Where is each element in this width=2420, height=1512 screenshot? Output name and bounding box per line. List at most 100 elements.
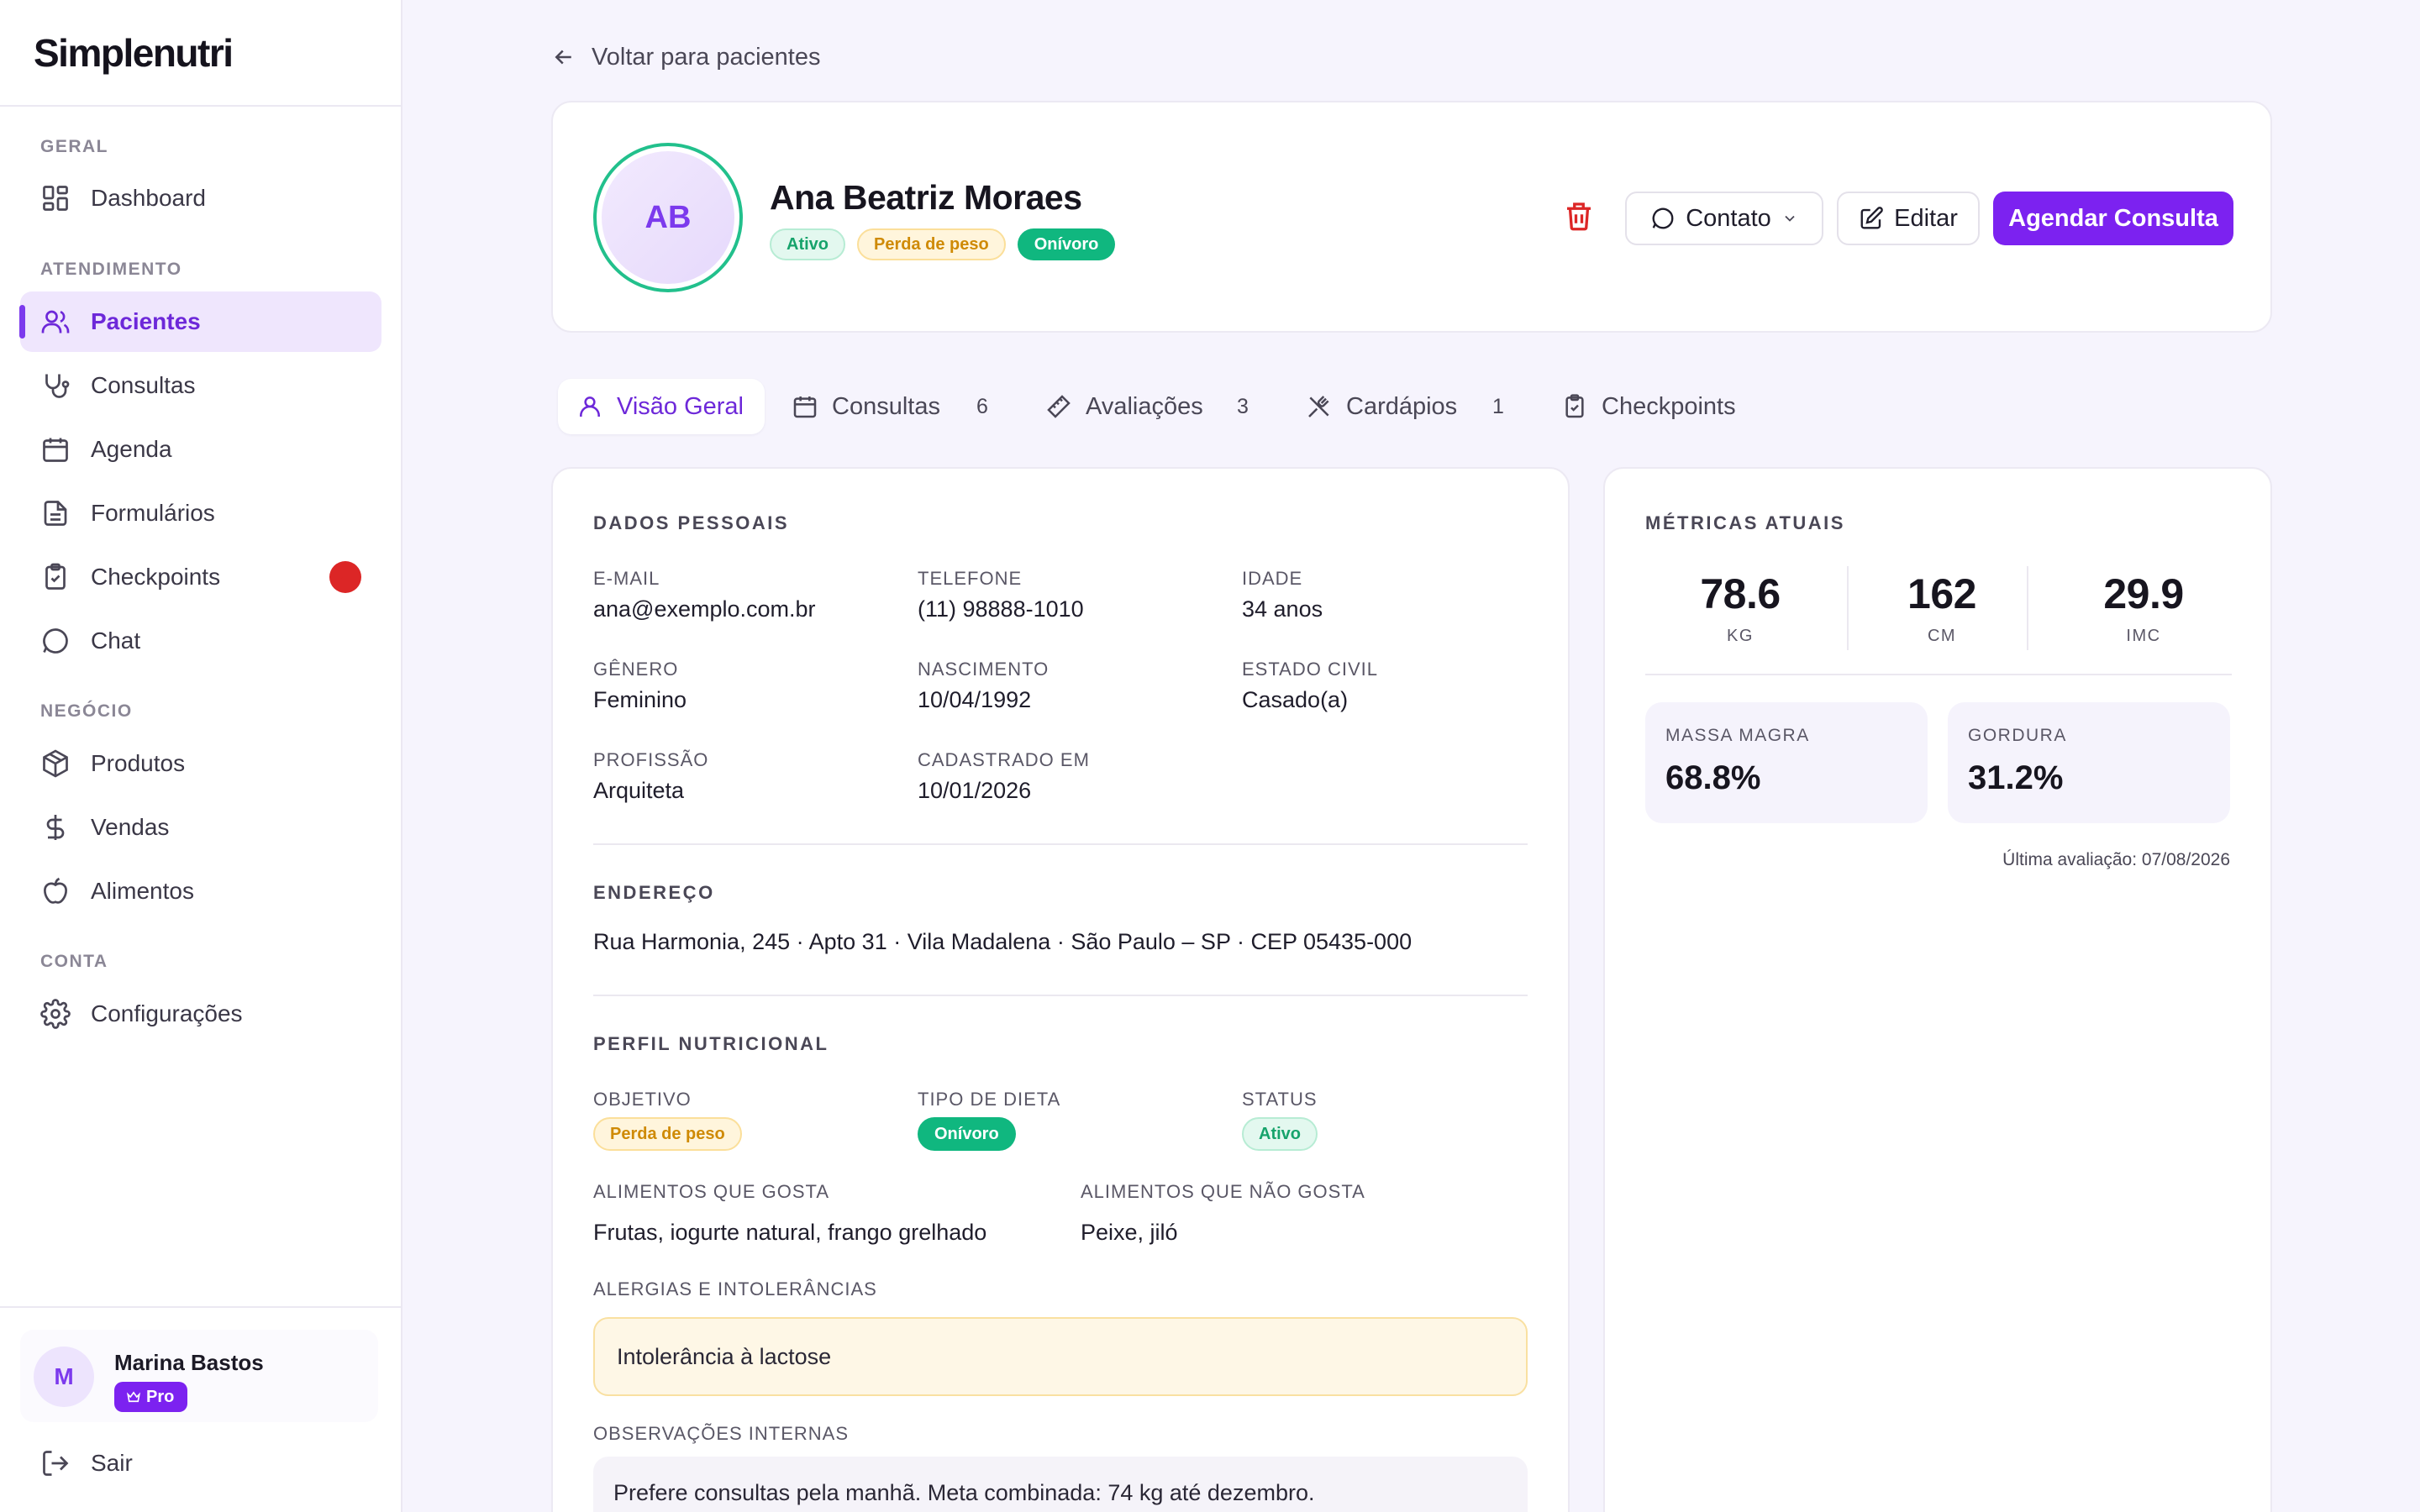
- personal-data-title: DADOS PESSOAIS: [593, 512, 790, 533]
- tab-consultas[interactable]: Consultas 6: [792, 379, 988, 434]
- marital-status-label: ESTADO CIVIL: [1242, 659, 1378, 680]
- diet-badge: Onívoro: [918, 1117, 1016, 1151]
- body-fat-label: GORDURA: [1968, 726, 2067, 745]
- brand-logo[interactable]: Simplenutri: [0, 0, 401, 107]
- internal-notes-box: Prefere consultas pela manhã. Meta combi…: [593, 1457, 1528, 1512]
- user-name: Marina Bastos: [114, 1350, 264, 1375]
- dislikes-label: ALIMENTOS QUE NÃO GOSTA: [1081, 1181, 1365, 1202]
- status-badge: Ativo: [1242, 1117, 1318, 1151]
- sidebar-item-alimentos[interactable]: Alimentos: [20, 861, 381, 921]
- sidebar-item-configuracoes[interactable]: Configurações: [20, 984, 381, 1044]
- allergies-box: Intolerância à lactose: [593, 1317, 1528, 1396]
- sidebar-item-checkpoints[interactable]: Checkpoints 4: [20, 547, 381, 607]
- profession-value: Arquiteta: [593, 778, 685, 803]
- gear-icon: [40, 999, 71, 1029]
- body-fat-card: GORDURA 31.2%: [1948, 702, 2230, 823]
- plan-label: Pro: [146, 1387, 175, 1406]
- bmi-value: 29.9: [2103, 570, 2184, 617]
- divider: [1645, 674, 2232, 675]
- logout-icon: [43, 1451, 69, 1476]
- tab-cardapios[interactable]: Cardápios 1: [1306, 379, 1504, 434]
- tab-checkpoints[interactable]: Checkpoints: [1561, 379, 1736, 434]
- notification-badge: 4: [329, 561, 361, 593]
- likes-label: ALIMENTOS QUE GOSTA: [593, 1181, 830, 1202]
- contact-dropdown-button[interactable]: Contato: [1625, 192, 1823, 245]
- lean-mass-label: MASSA MAGRA: [1665, 726, 1810, 745]
- sidebar-item-label: Alimentos: [91, 878, 194, 904]
- height-metric: 162 CM: [1854, 570, 2030, 646]
- divider: [593, 843, 1528, 845]
- clipboard-check-icon: [1565, 394, 1584, 418]
- back-link-label: Voltar para pacientes: [592, 43, 821, 71]
- email-value: ana@exemplo.com.br: [593, 596, 816, 622]
- height-unit: CM: [1927, 627, 1957, 645]
- age-label: IDADE: [1242, 568, 1303, 589]
- plan-badge: Pro: [114, 1382, 188, 1412]
- body-fat-value: 31.2%: [1968, 759, 2064, 796]
- tab-visao-geral[interactable]: Visão Geral: [558, 379, 765, 434]
- objective-badge: Perda de peso: [857, 228, 1006, 260]
- grid-icon: [43, 186, 68, 211]
- utensils-icon: [1308, 396, 1329, 417]
- crown-icon: [126, 1391, 141, 1403]
- weight-metric: 78.6 KG: [1652, 570, 1828, 646]
- sidebar-item-chat[interactable]: Chat: [20, 611, 381, 671]
- sidebar-item-agenda[interactable]: Agenda: [20, 419, 381, 480]
- phone-label: TELEFONE: [918, 568, 1023, 589]
- sidebar-item-label: Produtos: [91, 750, 186, 776]
- sidebar-item-label: Consultas: [91, 372, 196, 398]
- age-value: 34 anos: [1242, 596, 1323, 622]
- trash-icon[interactable]: [1561, 198, 1597, 234]
- sidebar-item-label: Dashboard: [91, 185, 206, 211]
- sidebar-item-label: Checkpoints: [91, 564, 221, 590]
- sidebar-item-label: Formulários: [91, 500, 215, 526]
- patient-initials: AB: [602, 151, 734, 284]
- marital-status-value: Casado(a): [1242, 687, 1349, 712]
- sidebar-item-dashboard[interactable]: Dashboard: [20, 168, 381, 228]
- sidebar-item-consultas[interactable]: Consultas: [20, 355, 381, 416]
- likes-value: Frutas, iogurte natural, frango grelhado: [593, 1220, 987, 1245]
- contact-label: Contato: [1686, 204, 1771, 232]
- last-evaluation-date: Última avaliação: 07/08/2026: [2002, 850, 2230, 869]
- sidebar-item-produtos[interactable]: Produtos: [20, 733, 381, 794]
- tab-avaliacoes[interactable]: Avaliações 3: [1045, 379, 1249, 434]
- current-metrics-card: MÉTRICAS ATUAIS 78.6 KG 162 CM 29.9 IMC …: [1603, 467, 2272, 1512]
- schedule-appointment-button[interactable]: Agendar Consulta: [1993, 192, 2233, 245]
- edit-icon: [1860, 207, 1883, 229]
- dollar-icon: [46, 815, 65, 840]
- tab-count: 1: [1492, 394, 1504, 418]
- back-to-patients-link[interactable]: Voltar para pacientes: [551, 40, 820, 74]
- logout-label: Sair: [91, 1450, 133, 1476]
- address-value: Rua Harmonia, 245 · Apto 31 · Vila Madal…: [593, 929, 1413, 954]
- height-value: 162: [1907, 570, 1976, 617]
- phone-value: (11) 98888-1010: [918, 596, 1084, 622]
- sidebar-item-formularios[interactable]: Formulários: [20, 483, 381, 543]
- objective-label: OBJETIVO: [593, 1089, 692, 1110]
- dislikes-value: Peixe, jiló: [1081, 1220, 1178, 1245]
- logout-button[interactable]: Sair: [40, 1434, 133, 1493]
- apple-icon: [44, 877, 67, 904]
- profession-label: PROFISSÃO: [593, 749, 709, 770]
- metrics-title: MÉTRICAS ATUAIS: [1645, 512, 1845, 533]
- sidebar-item-label: Agenda: [91, 436, 172, 462]
- registered-value: 10/01/2026: [918, 778, 1032, 803]
- status-label: STATUS: [1242, 1089, 1318, 1110]
- email-label: E-MAIL: [593, 568, 660, 589]
- app-root: Simplenutri GERAL Dashboard ATENDIMENTO …: [0, 0, 2420, 1512]
- user-card[interactable]: M Marina Bastos Pro: [20, 1330, 378, 1422]
- tab-count: 3: [1237, 394, 1249, 418]
- nav-section-negocio: NEGÓCIO: [40, 701, 133, 721]
- stethoscope-icon: [45, 374, 70, 398]
- address-title: ENDEREÇO: [593, 882, 715, 903]
- registered-label: CADASTRADO EM: [918, 749, 1090, 770]
- sidebar-item-label: Configurações: [91, 1000, 243, 1026]
- sidebar-item-pacientes[interactable]: Pacientes: [19, 291, 381, 352]
- edit-button[interactable]: Editar: [1837, 192, 1980, 245]
- sidebar-item-vendas[interactable]: Vendas: [20, 797, 381, 858]
- sidebar-item-label: Chat: [91, 627, 141, 654]
- nav-section-atendimento: ATENDIMENTO: [40, 260, 182, 279]
- tab-label: Visão Geral: [617, 392, 744, 420]
- patient-avatar: AB: [593, 143, 743, 292]
- edit-label: Editar: [1894, 204, 1958, 232]
- bmi-unit: IMC: [2126, 627, 2161, 645]
